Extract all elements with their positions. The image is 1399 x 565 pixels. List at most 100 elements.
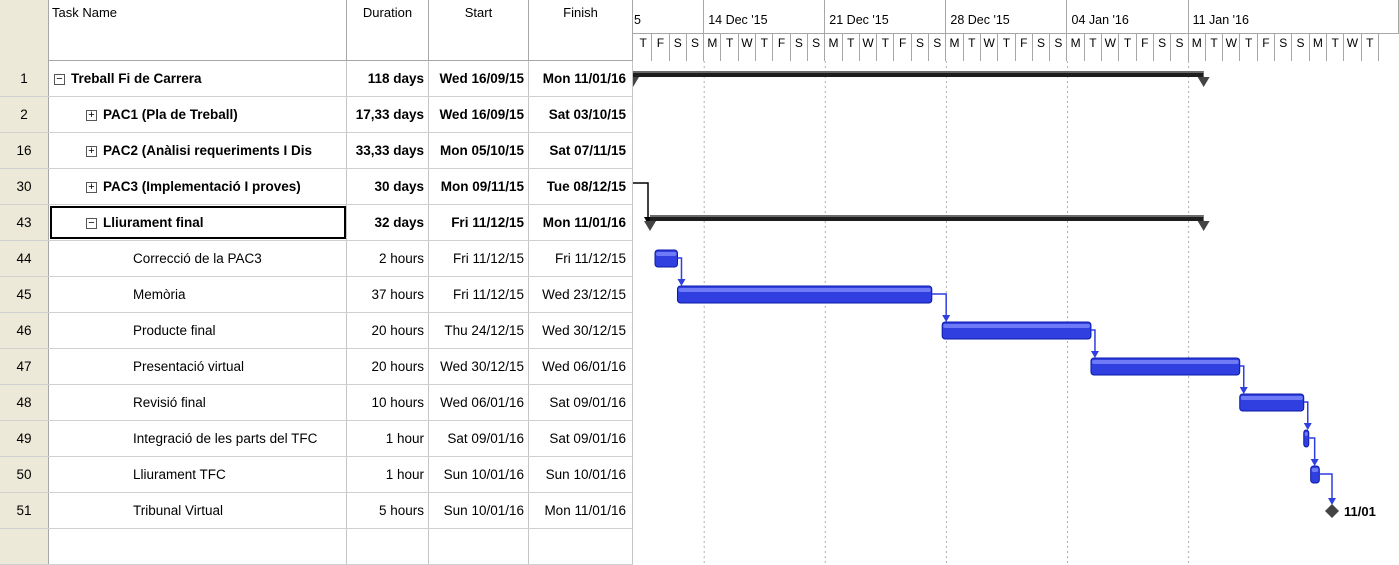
duration-cell[interactable]: 10 hours xyxy=(347,385,429,420)
duration-cell[interactable]: 37 hours xyxy=(347,277,429,312)
task-name-cell[interactable]: Lliurament TFC xyxy=(49,457,347,492)
finish-cell[interactable]: Wed 23/12/15 xyxy=(529,277,633,312)
task-name-cell[interactable]: − Treball Fi de Carrera xyxy=(49,61,347,96)
empty-row[interactable] xyxy=(0,529,633,565)
expand-icon[interactable]: + xyxy=(86,109,97,121)
row-id-cell[interactable]: 1 xyxy=(0,61,49,96)
row-id-cell[interactable]: 30 xyxy=(0,169,49,204)
finish-cell[interactable]: Fri 11/12/15 xyxy=(529,241,633,276)
collapse-icon[interactable]: − xyxy=(54,73,65,85)
dependency-arrow xyxy=(1239,387,1248,394)
finish-column-header[interactable]: Finish xyxy=(529,0,633,61)
finish-cell[interactable]: Sat 07/11/15 xyxy=(529,133,633,168)
task-name-cell[interactable]: + PAC1 (Pla de Treball) xyxy=(49,97,347,132)
finish-cell[interactable]: Sat 09/01/16 xyxy=(529,421,633,456)
start-cell[interactable]: Fri 11/12/15 xyxy=(429,277,529,312)
task-name-cell[interactable]: Memòria xyxy=(49,277,347,312)
summary-bar-highlight xyxy=(633,71,1204,73)
id-column-header[interactable] xyxy=(0,0,49,61)
row-id-cell[interactable]: 44 xyxy=(0,241,49,276)
duration-cell[interactable]: 32 days xyxy=(347,205,429,240)
task-row[interactable]: 50 Lliurament TFC 1 hour Sun 10/01/16 Sun 10… xyxy=(0,457,633,493)
duration-cell[interactable]: 17,33 days xyxy=(347,97,429,132)
finish-cell[interactable]: Sat 03/10/15 xyxy=(529,97,633,132)
task-name-cell[interactable]: + PAC3 (Implementació I proves) xyxy=(49,169,347,204)
duration-cell[interactable]: 2 hours xyxy=(347,241,429,276)
start-cell[interactable]: Thu 24/12/15 xyxy=(429,313,529,348)
expand-icon[interactable]: + xyxy=(86,181,97,193)
row-id-cell[interactable]: 43 xyxy=(0,205,49,240)
start-column-header[interactable]: Start xyxy=(429,0,529,61)
start-cell[interactable]: Sun 10/01/16 xyxy=(429,493,529,528)
duration-cell[interactable]: 5 hours xyxy=(347,493,429,528)
finish-cell[interactable]: Mon 11/01/16 xyxy=(529,493,633,528)
finish-cell[interactable]: Tue 08/12/15 xyxy=(529,169,633,204)
task-name-cell[interactable]: Integració de les parts del TFC xyxy=(49,421,347,456)
duration-cell[interactable]: 1 hour xyxy=(347,457,429,492)
row-id-cell[interactable]: 51 xyxy=(0,493,49,528)
task-name-cell[interactable]: + PAC2 (Anàlisi requeriments I Dis xyxy=(49,133,347,168)
finish-cell[interactable]: Sun 10/01/16 xyxy=(529,457,633,492)
task-row[interactable]: 51 Tribunal Virtual 5 hours Sun 10/01/16 Mon… xyxy=(0,493,633,529)
task-name-text: Producte final xyxy=(133,323,216,338)
task-row[interactable]: 1− Treball Fi de Carrera 118 days Wed 16/09… xyxy=(0,61,633,97)
task-name-column-header[interactable]: Task Name xyxy=(49,0,347,61)
start-cell[interactable]: Sun 10/01/16 xyxy=(429,457,529,492)
finish-cell[interactable] xyxy=(529,529,633,564)
start-cell[interactable]: Wed 30/12/15 xyxy=(429,349,529,384)
finish-cell[interactable]: Mon 11/01/16 xyxy=(529,61,633,96)
start-cell[interactable]: Mon 09/11/15 xyxy=(429,169,529,204)
start-cell[interactable]: Wed 16/09/15 xyxy=(429,61,529,96)
finish-cell[interactable]: Mon 11/01/16 xyxy=(529,205,633,240)
start-cell[interactable]: Fri 11/12/15 xyxy=(429,241,529,276)
task-row[interactable]: 45 Memòria 37 hours Fri 11/12/15 Wed 23/12/1… xyxy=(0,277,633,313)
task-bar-shine xyxy=(943,324,1090,328)
task-name-cell[interactable]: Producte final xyxy=(49,313,347,348)
task-name-cell[interactable]: − Lliurament final xyxy=(49,205,347,240)
collapse-icon[interactable]: − xyxy=(86,217,97,229)
task-row[interactable]: 43− Lliurament final 32 days Fri 11/12/15 Mo… xyxy=(0,205,633,241)
row-id-cell[interactable]: 46 xyxy=(0,313,49,348)
task-name-text: Memòria xyxy=(133,287,186,302)
duration-cell[interactable] xyxy=(347,529,429,564)
row-id-cell[interactable]: 47 xyxy=(0,349,49,384)
task-name-cell[interactable] xyxy=(49,529,347,564)
task-row[interactable]: 2 + PAC1 (Pla de Treball) 17,33 days Wed 16/… xyxy=(0,97,633,133)
row-id-cell[interactable]: 45 xyxy=(0,277,49,312)
start-cell[interactable]: Mon 05/10/15 xyxy=(429,133,529,168)
task-name-cell[interactable]: Tribunal Virtual xyxy=(49,493,347,528)
duration-cell[interactable]: 20 hours xyxy=(347,313,429,348)
dependency-arrow xyxy=(1310,459,1319,466)
row-id-cell[interactable]: 2 xyxy=(0,97,49,132)
duration-cell[interactable]: 33,33 days xyxy=(347,133,429,168)
start-cell[interactable]: Sat 09/01/16 xyxy=(429,421,529,456)
duration-cell[interactable]: 20 hours xyxy=(347,349,429,384)
finish-cell[interactable]: Sat 09/01/16 xyxy=(529,385,633,420)
duration-cell[interactable]: 30 days xyxy=(347,169,429,204)
row-id-cell[interactable]: 48 xyxy=(0,385,49,420)
task-row[interactable]: 47 Presentació virtual 20 hours Wed 30/12/1… xyxy=(0,349,633,385)
start-cell[interactable] xyxy=(429,529,529,564)
task-name-cell[interactable]: Presentació virtual xyxy=(49,349,347,384)
finish-cell[interactable]: Wed 30/12/15 xyxy=(529,313,633,348)
start-cell[interactable]: Wed 06/01/16 xyxy=(429,385,529,420)
finish-cell[interactable]: Wed 06/01/16 xyxy=(529,349,633,384)
task-row[interactable]: 30 + PAC3 (Implementació I proves) 30 days M… xyxy=(0,169,633,205)
summary-end-marker xyxy=(644,221,656,231)
task-row[interactable]: 49 Integració de les parts del TFC 1 hour S… xyxy=(0,421,633,457)
expand-icon[interactable]: + xyxy=(86,145,97,157)
task-row[interactable]: 46 Producte final 20 hours Thu 24/12/15 Wed … xyxy=(0,313,633,349)
start-cell[interactable]: Wed 16/09/15 xyxy=(429,97,529,132)
duration-cell[interactable]: 118 days xyxy=(347,61,429,96)
duration-column-header[interactable]: Duration xyxy=(347,0,429,61)
row-id-cell[interactable]: 49 xyxy=(0,421,49,456)
task-row[interactable]: 48 Revisió final 10 hours Wed 06/01/16 Sat 0… xyxy=(0,385,633,421)
task-name-cell[interactable]: Correcció de la PAC3 xyxy=(49,241,347,276)
task-name-cell[interactable]: Revisió final xyxy=(49,385,347,420)
task-row[interactable]: 16 + PAC2 (Anàlisi requeriments I Dis 33,33… xyxy=(0,133,633,169)
row-id-cell[interactable]: 50 xyxy=(0,457,49,492)
start-cell[interactable]: Fri 11/12/15 xyxy=(429,205,529,240)
duration-cell[interactable]: 1 hour xyxy=(347,421,429,456)
task-row[interactable]: 44 Correcció de la PAC3 2 hours Fri 11/12/1… xyxy=(0,241,633,277)
row-id-cell[interactable]: 16 xyxy=(0,133,49,168)
